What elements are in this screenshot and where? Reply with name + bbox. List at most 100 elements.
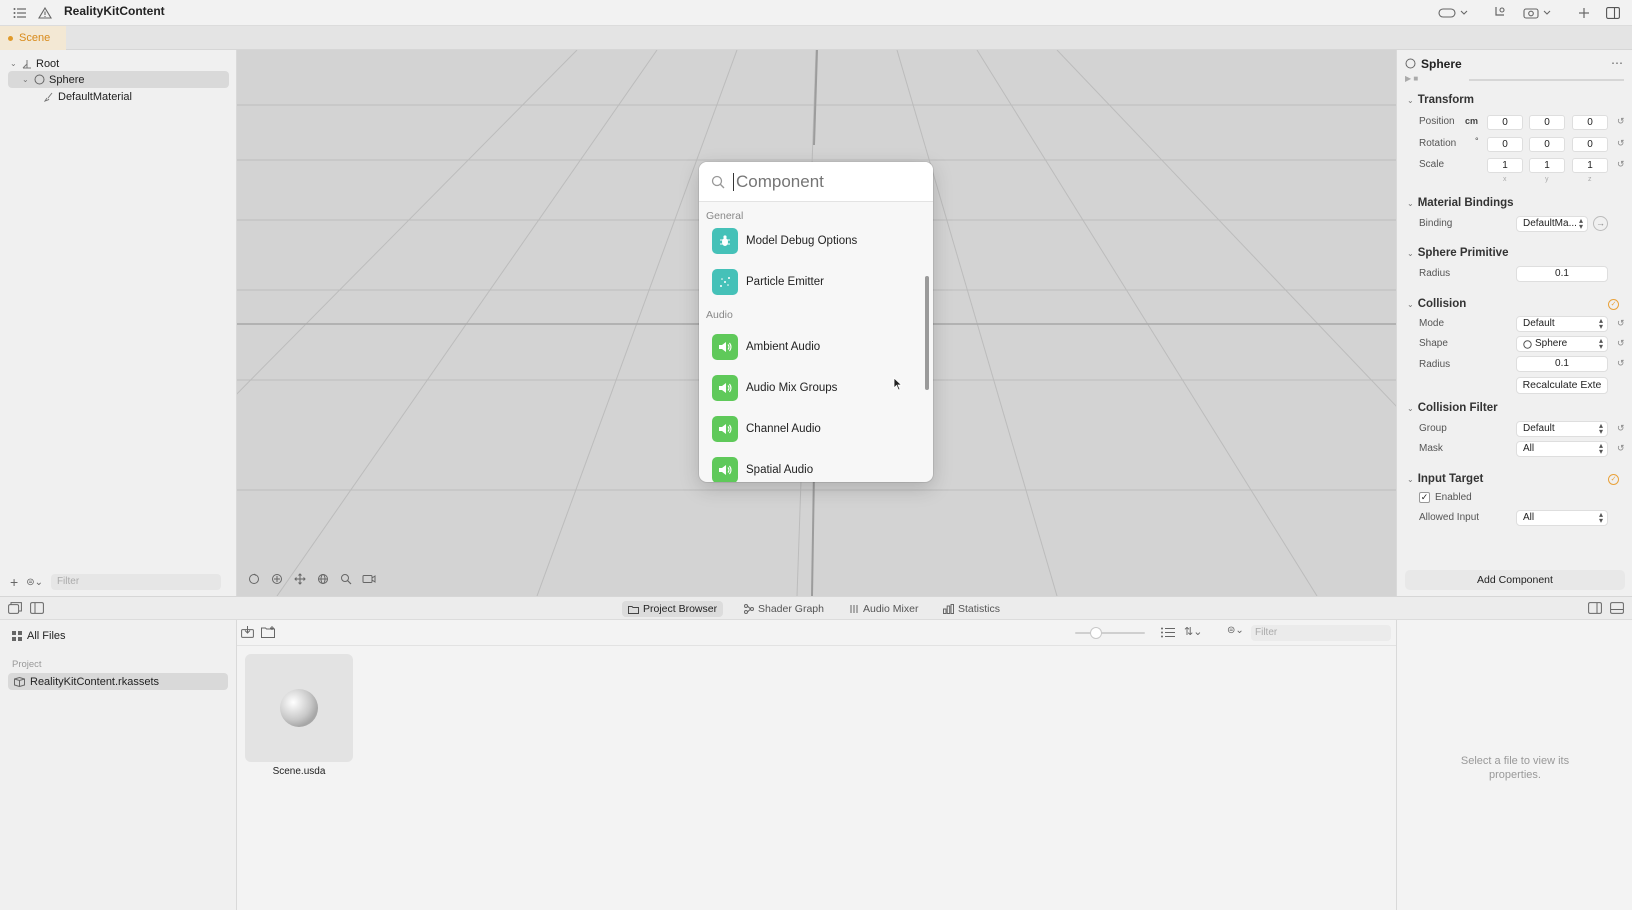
sidebar-toggle-icon[interactable] (10, 4, 30, 22)
orbit-icon[interactable] (245, 570, 262, 587)
globe-icon[interactable] (314, 570, 331, 587)
tab-scene[interactable]: Scene (0, 26, 66, 50)
recalculate-extents-button[interactable]: Recalculate Exte (1516, 377, 1608, 394)
sidebar-right-icon[interactable] (1588, 602, 1602, 614)
filter-menu-icon[interactable]: ⊜⌄ (26, 577, 43, 588)
axis-label-x: x (1503, 176, 1507, 183)
outline-item-root[interactable]: ⌄ Root (10, 55, 59, 72)
inspector-toggle-icon[interactable] (1603, 4, 1623, 22)
collision-radius-field[interactable]: 0.1 (1516, 356, 1608, 372)
tab-project-browser[interactable]: Project Browser (622, 601, 724, 617)
component-search-input[interactable] (736, 171, 916, 192)
new-folder-icon[interactable] (261, 626, 275, 638)
position-z-field[interactable]: 0 (1572, 115, 1608, 130)
component-item-label: Audio Mix Groups (746, 382, 838, 394)
sphere-radius-field[interactable]: 0.1 (1516, 266, 1608, 282)
move-icon[interactable] (291, 570, 308, 587)
group-select[interactable]: Default ▴ ▾ (1516, 421, 1608, 437)
component-item-audio-mix-groups[interactable]: Audio Mix Groups (712, 374, 837, 402)
binding-select[interactable]: DefaultMa... ▴ ▾ (1516, 216, 1588, 232)
slider-knob[interactable] (1090, 627, 1102, 639)
sidebar-left-icon[interactable] (30, 602, 44, 614)
project-item-rkassets[interactable]: RealityKitContent.rkassets (8, 673, 228, 690)
section-collision-filter[interactable]: ⌄ Collision Filter (1407, 402, 1498, 414)
scale-y-field[interactable]: 1 (1529, 158, 1565, 173)
tab-shader-graph[interactable]: Shader Graph (738, 601, 830, 617)
list-view-icon[interactable] (1161, 627, 1175, 638)
collision-mode-select[interactable]: Default ▴ ▾ (1516, 316, 1608, 332)
outline-filter-input[interactable]: Filter (50, 574, 221, 590)
section-transform[interactable]: ⌄ Transform (1407, 94, 1474, 106)
reset-icon[interactable]: ↺ (1617, 423, 1625, 434)
thumbnail-size-slider[interactable] (1075, 632, 1145, 634)
component-item-channel-audio[interactable]: Channel Audio (712, 415, 821, 443)
position-y-field[interactable]: 0 (1529, 115, 1565, 130)
component-item-ambient-audio[interactable]: Ambient Audio (712, 333, 820, 361)
pan-icon[interactable] (268, 570, 285, 587)
camera-icon[interactable] (360, 570, 377, 587)
reset-icon[interactable]: ↺ (1617, 443, 1625, 454)
rotation-x-field[interactable]: 0 (1487, 137, 1523, 152)
transform-tool-icon[interactable] (1490, 4, 1510, 22)
reset-icon[interactable]: ↺ (1617, 138, 1625, 149)
navigate-arrow-icon[interactable]: → (1593, 216, 1608, 231)
scale-label: Scale (1419, 159, 1445, 170)
chevron-down-icon[interactable]: ⌄ (10, 59, 18, 68)
add-entity-icon[interactable]: + (10, 574, 18, 590)
filter-menu-icon[interactable]: ⊜⌄ (1227, 625, 1244, 636)
collision-shape-select[interactable]: Sphere ▴ ▾ (1516, 336, 1608, 352)
component-item-spatial-audio[interactable]: Spatial Audio (712, 456, 813, 482)
rotation-y-field[interactable]: 0 (1529, 137, 1565, 152)
scale-x-field[interactable]: 1 (1487, 158, 1523, 173)
timeline-scrubber[interactable] (1469, 79, 1624, 81)
package-icon (14, 676, 25, 687)
chevron-down-icon[interactable]: ⌄ (22, 75, 30, 84)
import-icon[interactable] (241, 626, 254, 638)
project-header: Project (12, 659, 42, 670)
window-layout-icon[interactable] (8, 602, 22, 614)
component-item-particle-emitter[interactable]: Particle Emitter (712, 268, 824, 296)
camera-menu-icon[interactable] (1522, 4, 1554, 22)
position-x-field[interactable]: 0 (1487, 115, 1523, 130)
all-files-item[interactable]: All Files (12, 630, 66, 642)
mode-value: Default (1523, 318, 1555, 329)
reset-icon[interactable]: ↺ (1617, 116, 1625, 127)
project-item-label: RealityKitContent.rkassets (30, 675, 159, 688)
popup-scrollbar[interactable] (925, 276, 929, 390)
stepper-arrows-icon: ▴ ▾ (1598, 316, 1603, 331)
more-options-icon[interactable]: ⋯ (1611, 56, 1623, 70)
files-filter-input[interactable]: Filter (1251, 625, 1391, 641)
mask-select[interactable]: All ▴ ▾ (1516, 441, 1608, 457)
warning-icon[interactable] (35, 4, 55, 22)
axis-label-y: y (1545, 176, 1549, 183)
asset-thumbnail-scene[interactable] (245, 654, 353, 762)
section-collision[interactable]: ⌄ Collision (1407, 298, 1466, 310)
reset-icon[interactable]: ↺ (1617, 318, 1625, 329)
reset-icon[interactable]: ↺ (1617, 338, 1625, 349)
sort-menu-icon[interactable]: ⇅⌄ (1184, 625, 1202, 638)
section-input-target[interactable]: ⌄ Input Target (1407, 473, 1483, 485)
entity-name[interactable]: Sphere (1421, 57, 1462, 71)
playback-controls-icon[interactable]: ▶ ■ (1405, 74, 1418, 83)
add-component-button[interactable]: Add Component (1405, 570, 1625, 590)
checkmark-badge-icon[interactable]: ✓ (1608, 299, 1619, 310)
headset-menu-icon[interactable] (1436, 4, 1470, 22)
reset-icon[interactable]: ↺ (1617, 159, 1625, 170)
tab-statistics[interactable]: Statistics (937, 601, 1006, 617)
section-material-bindings[interactable]: ⌄ Material Bindings (1407, 197, 1514, 209)
rotation-z-field[interactable]: 0 (1572, 137, 1608, 152)
tab-audio-mixer[interactable]: Audio Mixer (843, 601, 924, 617)
outline-item-defaultmaterial[interactable]: DefaultMaterial (44, 88, 132, 105)
scale-z-field[interactable]: 1 (1572, 158, 1608, 173)
allowed-input-select[interactable]: All ▴ ▾ (1516, 510, 1608, 526)
checkmark-badge-icon[interactable]: ✓ (1608, 474, 1619, 485)
outline-item-sphere[interactable]: ⌄ Sphere (8, 71, 229, 88)
file-properties-panel: Select a file to view its properties. (1396, 620, 1632, 910)
add-icon[interactable] (1574, 4, 1594, 22)
enabled-checkbox[interactable]: ✓ (1419, 492, 1430, 503)
component-item-model-debug-options[interactable]: Model Debug Options (712, 227, 857, 255)
zoom-icon[interactable] (337, 570, 354, 587)
reset-icon[interactable]: ↺ (1617, 358, 1625, 369)
section-sphere-primitive[interactable]: ⌄ Sphere Primitive (1407, 247, 1508, 259)
panel-bottom-icon[interactable] (1610, 602, 1624, 614)
